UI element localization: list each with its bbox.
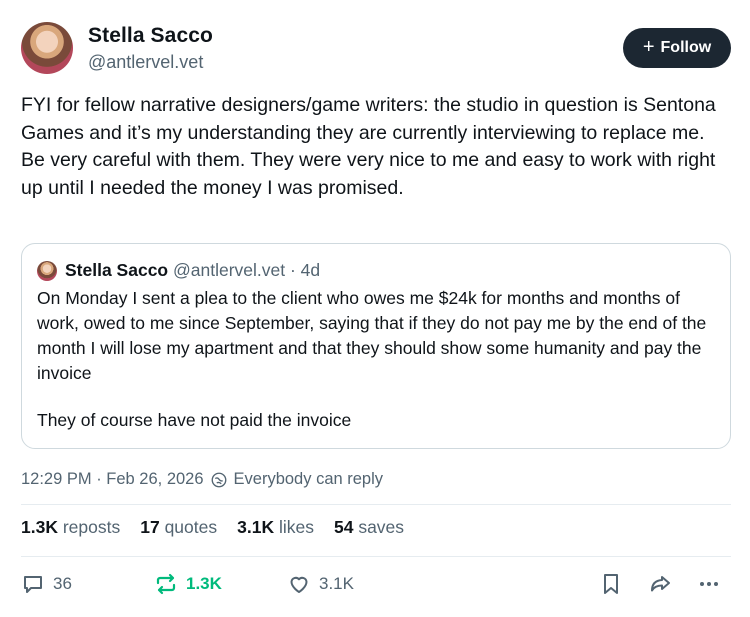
divider bbox=[21, 556, 731, 557]
likes-label: likes bbox=[278, 517, 314, 537]
quoted-header: Stella Sacco @antlervel.vet · 4d bbox=[65, 260, 320, 281]
saves-label: saves bbox=[358, 517, 405, 537]
repost-button[interactable]: 1.3K bbox=[154, 572, 222, 596]
quoted-author-handle: @antlervel.vet · 4d bbox=[173, 260, 321, 280]
quoted-author-name: Stella Sacco bbox=[65, 260, 169, 280]
reply-setting: Everybody can reply bbox=[233, 470, 384, 488]
author-name[interactable]: Stella Sacco bbox=[88, 24, 213, 48]
like-count: 3.1K bbox=[319, 574, 354, 593]
author-avatar[interactable] bbox=[21, 22, 73, 74]
divider bbox=[21, 504, 731, 505]
reply-button[interactable]: 36 bbox=[21, 572, 72, 596]
quotes-label: quotes bbox=[164, 517, 218, 537]
likes-stat[interactable]: 3.1K likes bbox=[237, 517, 314, 538]
quoted-post[interactable]: Stella Sacco @antlervel.vet · 4d On Mond… bbox=[21, 243, 731, 449]
follow-label: Follow bbox=[660, 39, 712, 56]
post-meta: 12:29 PM · Feb 26, 2026 Everybody can re… bbox=[21, 470, 383, 489]
more-icon bbox=[700, 582, 718, 586]
action-bar: 36 1.3K 3.1K bbox=[21, 572, 731, 600]
like-button[interactable]: 3.1K bbox=[287, 572, 354, 596]
quoted-text-2: They of course have not paid the invoice bbox=[37, 410, 352, 430]
timestamp[interactable]: 12:29 PM · Feb 26, 2026 bbox=[21, 470, 204, 489]
saves-count: 54 bbox=[333, 517, 354, 537]
quotes-count: 17 bbox=[140, 517, 160, 537]
share-button[interactable] bbox=[648, 572, 672, 596]
quoted-author-avatar bbox=[37, 261, 57, 281]
repost-count: 1.3K bbox=[186, 574, 222, 593]
plus-icon: + bbox=[642, 36, 655, 58]
reply-count: 36 bbox=[53, 574, 72, 593]
reply-icon bbox=[24, 576, 42, 593]
reply-setting-icon bbox=[211, 472, 226, 487]
reposts-stat[interactable]: 1.3K reposts bbox=[21, 517, 120, 538]
author-handle[interactable]: @antlervel.vet bbox=[88, 52, 203, 73]
more-options-button[interactable] bbox=[697, 572, 721, 596]
bookmark-button[interactable] bbox=[599, 572, 623, 596]
follow-button[interactable]: + Follow bbox=[623, 28, 731, 68]
post-stats: 1.3K reposts 17 quotes 3.1K likes 54 sav… bbox=[21, 517, 404, 538]
likes-count: 3.1K bbox=[237, 517, 275, 537]
post-text: FYI for fellow narrative designers/game … bbox=[21, 94, 716, 199]
quotes-stat[interactable]: 17 quotes bbox=[140, 517, 217, 538]
bookmark-icon bbox=[604, 574, 618, 594]
reposts-count: 1.3K bbox=[21, 517, 58, 537]
quoted-text: On Monday I sent a plea to the client wh… bbox=[37, 288, 707, 383]
saves-stat[interactable]: 54 saves bbox=[334, 517, 404, 538]
repost-icon bbox=[156, 573, 176, 595]
reposts-label: reposts bbox=[62, 517, 121, 537]
share-icon bbox=[651, 576, 670, 592]
heart-icon bbox=[290, 576, 308, 593]
